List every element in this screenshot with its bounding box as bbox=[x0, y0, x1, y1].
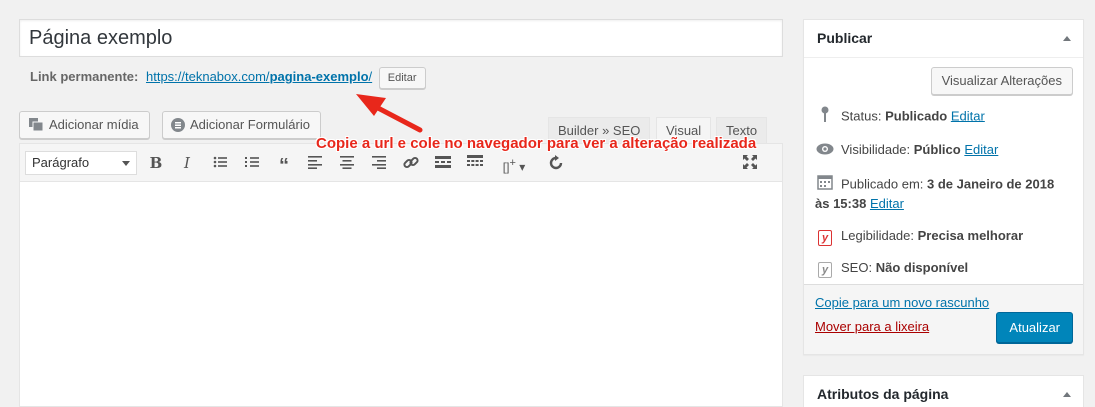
visibility-label: Visibilidade: bbox=[841, 142, 911, 157]
read-more-icon[interactable] bbox=[433, 153, 453, 173]
align-left-icon[interactable] bbox=[305, 153, 325, 173]
form-icon bbox=[171, 118, 185, 132]
permalink-link[interactable]: https://teknabox.com/pagina-exemplo/ bbox=[146, 69, 372, 84]
title-input[interactable]: Página exemplo bbox=[19, 19, 783, 57]
shortcode-icon[interactable]: []+ ▾ bbox=[497, 153, 531, 174]
copy-to-draft-link[interactable]: Copie para um novo rascunho bbox=[815, 295, 989, 310]
published-date: 3 de Janeiro de 2018 bbox=[927, 176, 1055, 192]
pin-icon bbox=[815, 106, 835, 128]
publish-box: Publicar Visualizar Alterações Status: P… bbox=[803, 19, 1084, 355]
permalink-slug: pagina-exemplo bbox=[269, 69, 369, 84]
readability-label: Legibilidade: bbox=[841, 228, 915, 243]
align-center-icon[interactable] bbox=[337, 153, 357, 173]
blockquote-icon[interactable]: “ bbox=[274, 153, 294, 177]
published-time: às 15:38 bbox=[815, 196, 867, 211]
status-label: Status: bbox=[841, 108, 882, 124]
publish-heading: Publicar bbox=[817, 30, 873, 46]
seo-row: y SEO: Não disponível bbox=[815, 258, 968, 279]
published-time-row: às 15:38 Editar bbox=[815, 194, 904, 214]
yoast-seo-icon: y bbox=[818, 261, 832, 278]
italic-icon[interactable]: I bbox=[177, 153, 197, 173]
yoast-readability-icon: y bbox=[818, 229, 832, 246]
add-media-button[interactable]: Adicionar mídia bbox=[19, 111, 150, 139]
add-form-button[interactable]: Adicionar Formulário bbox=[162, 111, 321, 139]
permalink-base: https://teknabox.com/ bbox=[145, 69, 270, 84]
published-row: Publicado em: 3 de Janeiro de 2018 bbox=[815, 174, 1054, 196]
bold-icon[interactable]: B bbox=[146, 153, 166, 173]
page-attributes-heading: Atributos da página bbox=[817, 386, 949, 402]
status-value: Publicado bbox=[885, 108, 948, 124]
toggle-arrow-icon[interactable] bbox=[1063, 392, 1071, 397]
fullscreen-icon[interactable] bbox=[740, 153, 760, 173]
media-icon bbox=[29, 118, 44, 132]
toggle-arrow-icon[interactable] bbox=[1063, 36, 1071, 41]
align-right-icon[interactable] bbox=[369, 153, 389, 173]
page-attributes-box: Atributos da página bbox=[803, 375, 1084, 407]
status-row: Status: Publicado Editar bbox=[815, 106, 985, 128]
readability-value: Precisa melhorar bbox=[917, 228, 1024, 243]
refresh-icon[interactable] bbox=[546, 153, 566, 173]
editor: Parágrafo B I “ []+ ▾ bbox=[19, 143, 783, 407]
status-edit-link[interactable]: Editar bbox=[951, 108, 985, 123]
readability-row: y Legibilidade: Precisa melhorar bbox=[815, 226, 1023, 247]
publish-heading-row[interactable]: Publicar bbox=[804, 20, 1083, 58]
format-select[interactable]: Parágrafo bbox=[25, 151, 137, 175]
bulleted-list-icon[interactable] bbox=[210, 153, 230, 173]
eye-icon bbox=[815, 141, 835, 161]
major-publishing-actions: Copie para um novo rascunho Mover para a… bbox=[804, 284, 1083, 354]
calendar-icon bbox=[815, 174, 835, 196]
move-to-trash-link[interactable]: Mover para a lixeira bbox=[815, 319, 929, 334]
permalink-row: Link permanente: https://teknabox.com/pa… bbox=[30, 66, 426, 89]
visibility-row: Visibilidade: Público Editar bbox=[815, 140, 998, 161]
visibility-edit-link[interactable]: Editar bbox=[964, 142, 998, 157]
format-select-value: Parágrafo bbox=[32, 155, 90, 170]
link-icon[interactable] bbox=[401, 153, 421, 173]
add-form-label: Adicionar Formulário bbox=[190, 117, 310, 132]
permalink-label: Link permanente: bbox=[30, 69, 139, 84]
permalink-trail: / bbox=[368, 69, 373, 84]
seo-label: SEO: bbox=[841, 260, 873, 275]
annotation-text: Copie a url e cole no navegador para ver… bbox=[316, 135, 757, 152]
red-arrow-icon bbox=[356, 94, 423, 133]
seo-value: Não disponível bbox=[875, 260, 969, 275]
preview-changes-button[interactable]: Visualizar Alterações bbox=[930, 67, 1073, 95]
published-edit-link[interactable]: Editar bbox=[870, 196, 904, 211]
toolbar-toggle-icon[interactable] bbox=[465, 153, 485, 173]
add-media-label: Adicionar mídia bbox=[49, 117, 139, 132]
published-label: Publicado em: bbox=[841, 176, 924, 192]
page-attributes-heading-row[interactable]: Atributos da página bbox=[804, 376, 1083, 407]
visibility-value: Público bbox=[913, 142, 961, 157]
update-button[interactable]: Atualizar bbox=[996, 312, 1073, 343]
chevron-down-icon bbox=[122, 161, 130, 166]
numbered-list-icon[interactable] bbox=[242, 153, 262, 173]
